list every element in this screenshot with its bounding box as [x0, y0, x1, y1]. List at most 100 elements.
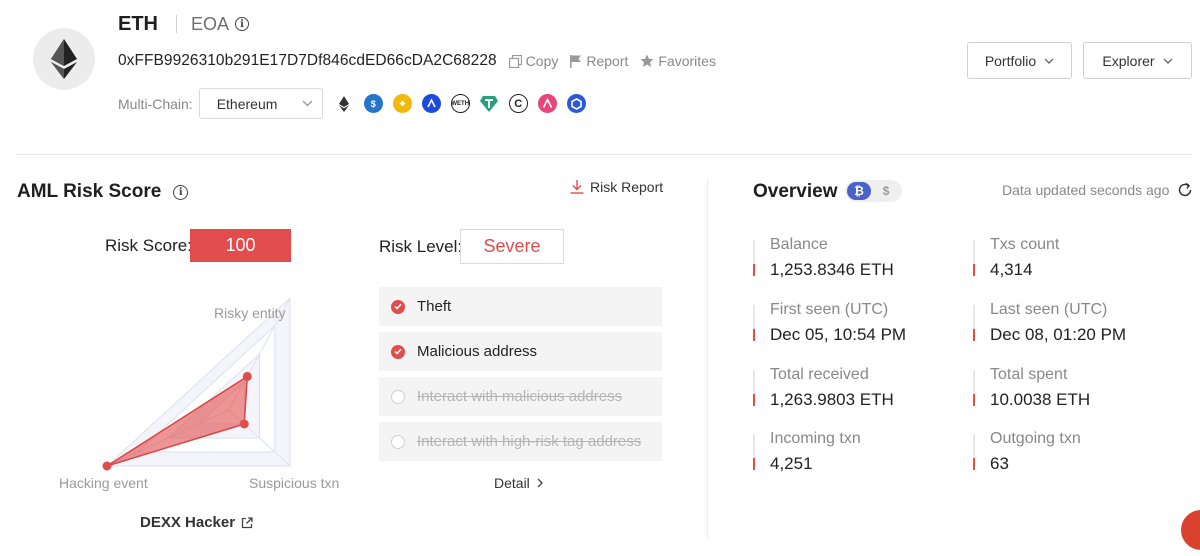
stat-bar [753, 434, 755, 470]
risk-tag-interact-malicious: Interact with malicious address [379, 377, 662, 416]
chain-icons: $ WETH C [334, 94, 596, 113]
wallet-address: 0xFFB9926310b291E17D7Df846cdED66cDA2C682… [118, 52, 497, 69]
stat-key: Total received [770, 366, 869, 383]
copy-button[interactable]: Copy [508, 53, 559, 69]
detail-link[interactable]: Detail [494, 475, 543, 491]
stat-value: Dec 05, 10:54 PM [770, 325, 907, 344]
favorites-button[interactable]: Favorites [640, 53, 716, 69]
radar-point-suspicious-txn [239, 419, 249, 429]
risk-tag-label: Malicious address [417, 343, 538, 360]
radar-label-risky-entity: Risky entity [214, 305, 286, 321]
title-divider [176, 15, 177, 33]
check-icon [391, 299, 405, 314]
weth-icon[interactable]: WETH [450, 94, 470, 113]
aml-title-text: AML Risk Score [17, 181, 162, 202]
data-updated-text: Data updated seconds ago [1002, 182, 1170, 198]
risk-report-button[interactable]: Risk Report [570, 179, 663, 195]
address-row: 0xFFB9926310b291E17D7Df846cdED66cDA2C682… [118, 50, 716, 72]
stat-value: 1,263.9803 ETH [770, 390, 894, 409]
token-title: ETH [118, 12, 158, 35]
token-avatar [33, 28, 95, 90]
detail-label: Detail [494, 475, 530, 491]
usd-currency-icon[interactable]: $ [874, 182, 898, 200]
stat-value: 1,253.8346 ETH [770, 260, 894, 279]
header-divider [16, 154, 1192, 155]
entity-link[interactable]: DEXX Hacker [140, 514, 253, 531]
stat-bar [973, 434, 975, 470]
btc-currency-icon[interactable]: ₿ [847, 182, 871, 200]
aml-section-title: AML Risk Score i [17, 181, 189, 203]
risk-radar-chart [102, 298, 291, 471]
stat-value: 4,251 [770, 454, 813, 473]
refresh-icon[interactable] [1177, 182, 1193, 198]
help-fab-button[interactable] [1181, 510, 1200, 550]
arbitrum-icon[interactable] [421, 94, 441, 113]
risk-score-label: Risk Score: [105, 236, 192, 255]
info-icon[interactable]: i [173, 184, 189, 200]
download-icon [570, 180, 584, 194]
risk-tag-label: Interact with malicious address [417, 388, 623, 405]
chevron-down-icon [1163, 58, 1172, 64]
report-button[interactable]: Report [570, 53, 628, 69]
ethereum-logo-icon [51, 39, 77, 79]
radar-point-hacking-event [102, 461, 112, 471]
report-label: Report [586, 53, 629, 69]
risk-tag-label: Interact with high-risk tag address [417, 433, 642, 450]
radar-point-risky-entity [242, 371, 252, 381]
stat-key: Total spent [990, 366, 1068, 383]
chain-label: Multi-Chain: [118, 95, 193, 112]
risk-level-value: Severe [460, 229, 564, 264]
risk-report-label: Risk Report [590, 179, 664, 195]
stat-value: 10.0038 ETH [990, 390, 1091, 409]
stat-bar [973, 305, 975, 341]
stat-key: Incoming txn [770, 430, 861, 447]
title-row: ETH EOA i [118, 12, 250, 36]
external-link-icon [241, 516, 253, 528]
portfolio-button[interactable]: Portfolio [967, 42, 1072, 79]
risk-tag-interact-high-risk: Interact with high-risk tag address [379, 422, 662, 461]
chain-select[interactable]: Ethereum [198, 88, 323, 119]
usdc-icon[interactable]: $ [363, 94, 383, 113]
ethereum-icon[interactable] [334, 94, 354, 113]
empty-circle-icon [391, 434, 405, 449]
bnb-icon[interactable] [392, 94, 412, 113]
stat-key: Outgoing txn [990, 430, 1081, 447]
risk-tag-label: Theft [417, 298, 452, 315]
overview-title: Overview [753, 181, 838, 202]
empty-circle-icon [391, 389, 405, 404]
flag-icon [570, 54, 582, 68]
radar-label-hacking-event: Hacking event [59, 475, 148, 491]
tether-icon[interactable] [479, 94, 499, 113]
section-divider [707, 178, 708, 538]
favorites-label: Favorites [658, 53, 716, 69]
stat-bar [973, 370, 975, 406]
stat-bar [753, 370, 755, 406]
check-icon [391, 344, 405, 359]
info-icon[interactable]: i [235, 17, 250, 31]
c-token-icon[interactable]: C [508, 94, 528, 113]
risk-score-value: 100 [190, 229, 291, 262]
risk-tag-malicious-address: Malicious address [379, 332, 662, 371]
star-icon [640, 54, 654, 67]
stat-value: 63 [990, 454, 1009, 473]
chain-selected-value: Ethereum [216, 95, 278, 112]
risk-level-label: Risk Level: [379, 237, 463, 256]
aave-icon[interactable] [537, 94, 557, 113]
stat-bar [753, 305, 755, 341]
explorer-label: Explorer [1102, 52, 1155, 69]
copy-label: Copy [525, 53, 559, 69]
stat-key: Txs count [990, 236, 1060, 253]
stat-value: Dec 08, 01:20 PM [990, 325, 1127, 344]
copy-icon [508, 54, 522, 68]
chain-row: Multi-Chain: Ethereum $ WETH C [118, 88, 596, 119]
currency-toggle[interactable]: ₿ $ [845, 180, 902, 202]
chevron-down-icon [302, 100, 313, 107]
stat-key: Last seen (UTC) [990, 301, 1108, 318]
chainlink-icon[interactable] [566, 94, 586, 113]
stat-bar [753, 240, 755, 276]
account-type: EOA [191, 13, 230, 34]
stat-key: First seen (UTC) [770, 301, 889, 318]
radar-label-suspicious-txn: Suspicious txn [249, 475, 340, 491]
entity-name: DEXX Hacker [140, 514, 236, 531]
explorer-button[interactable]: Explorer [1083, 42, 1192, 79]
